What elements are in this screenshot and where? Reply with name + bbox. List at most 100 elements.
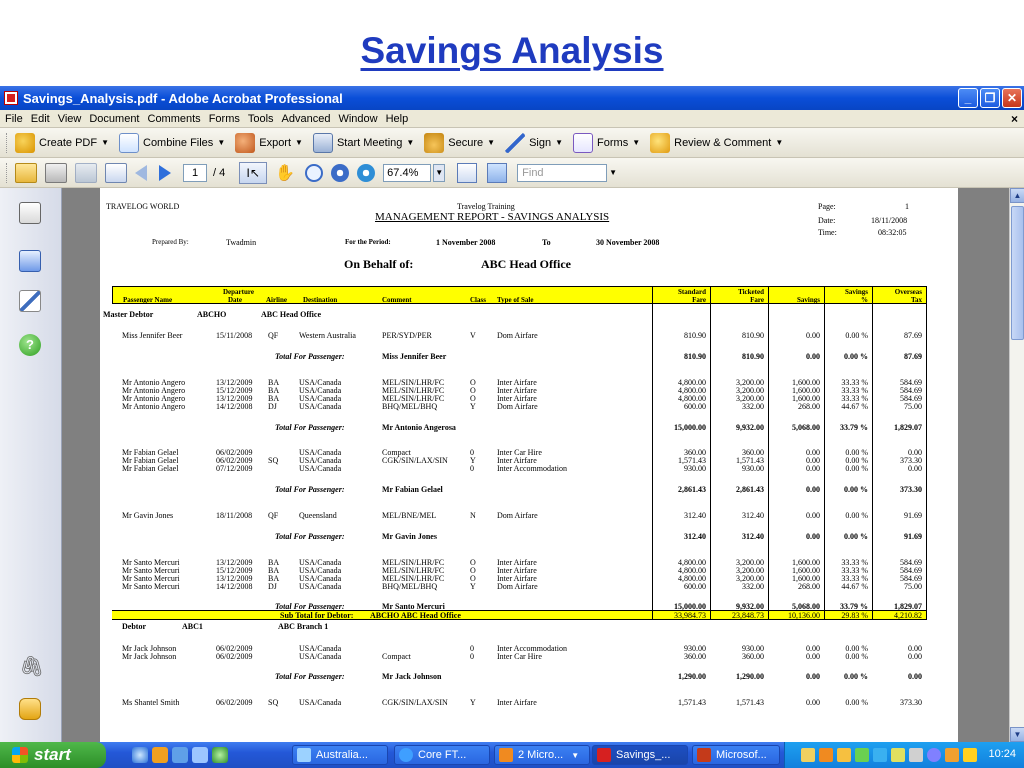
display-tray-icon[interactable] <box>909 748 923 762</box>
start-button[interactable]: start <box>0 742 106 768</box>
security-tray-icon[interactable] <box>891 748 905 762</box>
toolbar-grip[interactable] <box>6 162 9 183</box>
menu-comments[interactable]: Comments <box>146 113 207 125</box>
menu-view[interactable]: View <box>56 113 88 125</box>
type-of-sale: Dom Airfare <box>497 331 538 340</box>
total-label: Total For Passenger: <box>275 532 345 541</box>
signatures-icon[interactable] <box>19 290 41 312</box>
review-comment-button[interactable]: Review & Comment ▼ <box>650 132 783 153</box>
table-divider <box>652 286 653 620</box>
total-pct: 0.00 % <box>844 672 868 681</box>
pen-tray-icon[interactable] <box>963 748 977 762</box>
media-icon[interactable] <box>172 747 188 763</box>
printer-icon[interactable] <box>45 162 67 183</box>
forms-button[interactable]: Forms ▼ <box>573 132 640 153</box>
next-page-icon[interactable] <box>159 164 171 181</box>
zoom-out-icon[interactable] <box>331 163 350 182</box>
create-pdf-button[interactable]: Create PDF ▼ <box>15 132 109 153</box>
destination: Western Australia <box>299 331 356 340</box>
secure-button[interactable]: Secure ▼ <box>424 132 495 153</box>
help-icon[interactable]: ? <box>19 334 41 356</box>
table-divider <box>112 286 113 304</box>
scroll-thumb[interactable] <box>1011 206 1024 340</box>
page-number-input[interactable]: 1 <box>183 163 207 182</box>
outlook-icon[interactable] <box>152 747 168 763</box>
restore-button[interactable]: ❐ <box>980 88 1000 108</box>
menu-edit[interactable]: Edit <box>29 113 56 125</box>
scroll-up-icon[interactable]: ▲ <box>1010 188 1024 203</box>
zoom-tool-icon[interactable] <box>305 163 324 182</box>
task-savings[interactable]: Savings_... <box>592 745 688 765</box>
fit-page-icon[interactable] <box>487 162 508 183</box>
total-tax: 1,829.07 <box>894 423 922 432</box>
sign-button[interactable]: Sign ▼ <box>505 132 563 153</box>
previous-page-icon[interactable] <box>135 164 147 181</box>
mail-tray-icon[interactable] <box>801 748 815 762</box>
bookmarks-icon[interactable] <box>19 250 41 272</box>
menu-file[interactable]: File <box>3 113 29 125</box>
office-tray-icon[interactable] <box>819 748 833 762</box>
zoom-level-input[interactable]: 67.4% <box>383 163 432 182</box>
create-pdf-icon <box>15 132 35 153</box>
menu-forms[interactable]: Forms <box>207 113 246 125</box>
table-divider <box>768 286 769 620</box>
network-icon[interactable] <box>192 747 208 763</box>
menu-advanced[interactable]: Advanced <box>280 113 337 125</box>
menu-help[interactable]: Help <box>384 113 415 125</box>
menu-window[interactable]: Window <box>336 113 383 125</box>
office-icon <box>499 748 513 762</box>
export-button[interactable]: Export ▼ <box>235 132 303 153</box>
save-icon[interactable] <box>75 162 97 183</box>
destination: USA/Canada <box>299 698 342 707</box>
ticketed-fare: 810.90 <box>742 331 764 340</box>
subtotal-standard: 33,984.73 <box>674 611 706 620</box>
close-button[interactable]: ✕ <box>1002 88 1022 108</box>
airline: QF <box>268 511 279 520</box>
monitor-tray-icon[interactable] <box>873 748 887 762</box>
zoom-dropdown-icon[interactable]: ▼ <box>433 163 446 182</box>
window-titlebar[interactable]: Savings_Analysis.pdf - Adobe Acrobat Pro… <box>0 86 1024 110</box>
ie-icon[interactable] <box>132 747 148 763</box>
vertical-scrollbar[interactable]: ▲ ▼ <box>1009 188 1024 742</box>
task-core-ft[interactable]: Core FT... <box>394 745 490 765</box>
volume-tray-icon[interactable] <box>927 748 941 762</box>
zoom-in-icon[interactable] <box>357 163 376 182</box>
email-icon[interactable] <box>105 162 127 183</box>
open-folder-icon[interactable] <box>15 162 37 183</box>
tasks-toolbar: Create PDF ▼ Combine Files ▼ Export ▼ Start… <box>0 128 1024 158</box>
comment: PER/SYD/PER <box>382 331 432 340</box>
comments-icon[interactable] <box>19 698 41 720</box>
update-tray-icon[interactable] <box>945 748 959 762</box>
destination: USA/Canada <box>299 652 342 661</box>
attachment-icon[interactable]: 🖇 <box>19 654 44 678</box>
col-savings: Savings <box>797 296 820 304</box>
document-close-button[interactable]: × <box>1011 112 1018 126</box>
menu-document[interactable]: Document <box>87 113 145 125</box>
minimize-button[interactable]: _ <box>958 88 978 108</box>
fit-width-icon[interactable] <box>457 162 478 183</box>
network-tray-icon[interactable] <box>855 748 869 762</box>
total-standard: 2,861.43 <box>678 485 706 494</box>
globe-icon[interactable] <box>212 747 228 763</box>
toolbar-grip[interactable] <box>6 132 9 153</box>
combine-files-button[interactable]: Combine Files ▼ <box>119 132 225 153</box>
period-to-label: To <box>542 238 551 247</box>
date-label: Date: <box>818 216 836 225</box>
review-comment-label: Review & Comment <box>674 136 772 149</box>
scroll-down-icon[interactable]: ▼ <box>1010 727 1024 742</box>
start-meeting-button[interactable]: Start Meeting ▼ <box>312 132 414 153</box>
task-microsoft[interactable]: Microsof... <box>692 745 780 765</box>
departure-date: 06/02/2009 <box>216 698 253 707</box>
pages-icon[interactable] <box>19 202 41 224</box>
select-tool-icon[interactable]: I↖ <box>239 161 268 184</box>
find-input[interactable]: Find <box>517 163 608 182</box>
debtor2-name: ABC Branch 1 <box>278 622 329 631</box>
ssl-lock-icon[interactable] <box>837 748 851 762</box>
task-2-micro[interactable]: 2 Micro... ▼ <box>494 745 590 765</box>
find-dropdown-icon[interactable]: ▼ <box>609 168 617 177</box>
task-australia[interactable]: Australia... <box>292 745 388 765</box>
hand-tool-icon[interactable]: ✋ <box>275 163 295 183</box>
menu-tools[interactable]: Tools <box>246 113 280 125</box>
page-label: Page: <box>818 202 836 211</box>
total-tax: 0.00 <box>908 672 922 681</box>
